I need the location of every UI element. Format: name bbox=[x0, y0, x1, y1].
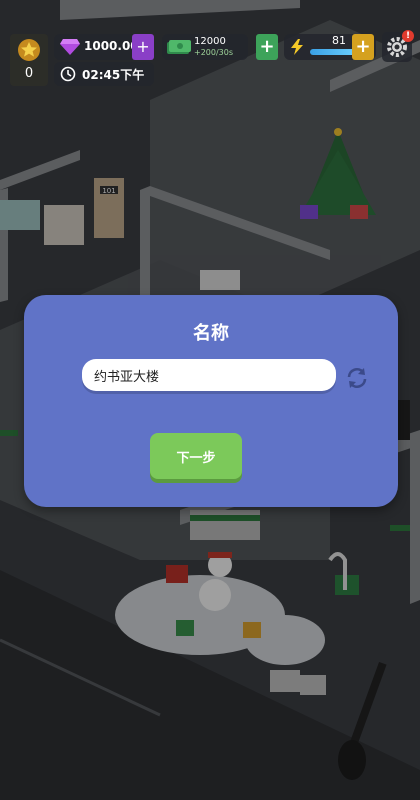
time-value: 02:45下午 bbox=[82, 68, 145, 82]
dialog-title: 名称 bbox=[193, 323, 229, 344]
lightning-bolt-icon bbox=[291, 39, 303, 55]
box bbox=[300, 675, 326, 695]
refresh-icon[interactable] bbox=[344, 365, 370, 391]
level-value: 0 bbox=[24, 66, 34, 81]
star-icon bbox=[18, 39, 40, 61]
room-number: 101 bbox=[102, 187, 115, 195]
add-gems-button[interactable]: + bbox=[132, 34, 154, 60]
sink-counter bbox=[0, 200, 40, 230]
building-name-input[interactable] bbox=[82, 359, 336, 391]
clock-panel: 02:45下午 bbox=[54, 62, 154, 86]
notification-badge: ! bbox=[402, 30, 414, 42]
level-panel[interactable]: 0 bbox=[10, 34, 48, 86]
energy-bar-fill bbox=[310, 49, 357, 55]
clock-icon bbox=[60, 66, 76, 82]
cash-counter: 12000 +200/30s bbox=[162, 34, 248, 60]
cabinet bbox=[44, 205, 84, 245]
cash-value: 12000 bbox=[194, 36, 226, 47]
next-step-button[interactable]: 下一步 bbox=[150, 433, 242, 479]
add-energy-button[interactable]: + bbox=[352, 34, 374, 60]
cash-rate: +200/30s bbox=[194, 48, 234, 57]
box bbox=[270, 670, 300, 692]
printer bbox=[200, 270, 240, 290]
add-cash-button[interactable]: + bbox=[256, 34, 278, 60]
name-dialog: 名称 下一步 bbox=[24, 295, 398, 507]
diamond-icon bbox=[60, 39, 80, 55]
cash-icon bbox=[167, 40, 191, 54]
counter bbox=[190, 510, 260, 540]
